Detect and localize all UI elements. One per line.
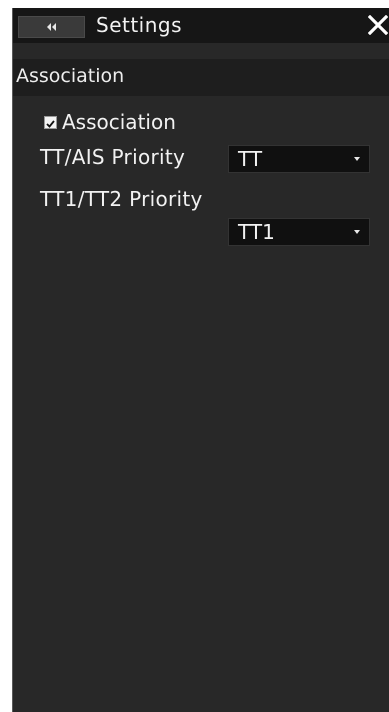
association-checkbox-label: Association xyxy=(62,110,176,134)
title-bar: Settings xyxy=(13,8,389,43)
tt-ais-priority-dropdown[interactable]: TT xyxy=(228,145,370,173)
section-header: Association xyxy=(13,59,389,96)
back-button[interactable] xyxy=(18,16,85,38)
tt-ais-priority-label: TT/AIS Priority xyxy=(40,145,186,169)
close-icon xyxy=(367,14,389,39)
chevron-down-icon xyxy=(354,157,360,161)
checkmark-icon xyxy=(46,113,55,132)
tt1-tt2-priority-dropdown[interactable]: TT1 xyxy=(228,218,370,246)
settings-panel: Settings Association Association TT/AIS xyxy=(12,8,389,712)
tt1-tt2-priority-value: TT1 xyxy=(238,220,275,244)
panel-title: Settings xyxy=(96,13,183,37)
association-checkbox[interactable] xyxy=(44,113,57,132)
chevron-down-icon xyxy=(354,230,360,234)
association-checkbox-row[interactable]: Association xyxy=(44,110,176,134)
close-button[interactable] xyxy=(366,14,389,40)
tt1-tt2-priority-label: TT1/TT2 Priority xyxy=(40,187,203,211)
double-chevron-left-icon xyxy=(46,23,58,31)
section-title: Association xyxy=(16,65,125,87)
tt-ais-priority-value: TT xyxy=(238,147,263,171)
